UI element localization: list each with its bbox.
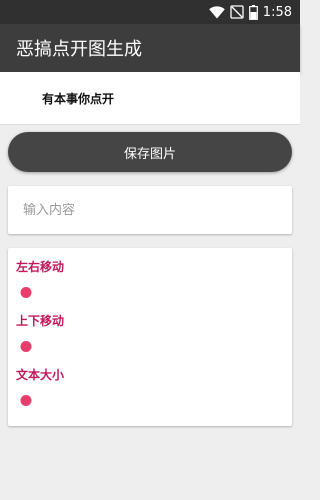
- app-bar: 恶搞点开图生成: [0, 24, 300, 72]
- slider-track: [24, 346, 284, 348]
- horizontal-move-slider[interactable]: [20, 283, 284, 303]
- slider-thumb[interactable]: [20, 395, 32, 406]
- image-preview: 有本事你点开: [0, 72, 300, 125]
- slider-thumb[interactable]: [20, 287, 32, 298]
- status-time: 1:58: [262, 4, 292, 20]
- app-title: 恶搞点开图生成: [16, 39, 142, 60]
- battery-icon: [248, 4, 258, 20]
- text-size-slider[interactable]: [20, 391, 284, 411]
- slider-thumb[interactable]: [20, 341, 32, 352]
- save-image-button[interactable]: 保存图片: [8, 132, 292, 172]
- content-input[interactable]: [8, 186, 292, 234]
- controls-card: 左右移动 上下移动 文本大小: [8, 248, 292, 426]
- input-card: [8, 186, 292, 234]
- slider-track: [24, 400, 284, 402]
- no-signal-icon: [230, 5, 244, 19]
- text-size-label: 文本大小: [16, 368, 65, 382]
- status-bar: 1:58: [0, 0, 300, 24]
- wifi-icon: [208, 5, 225, 19]
- slider-track: [24, 292, 284, 294]
- preview-text: 有本事你点开: [42, 92, 115, 106]
- vertical-move-label: 上下移动: [16, 314, 65, 328]
- vertical-move-slider[interactable]: [20, 337, 284, 357]
- horizontal-move-label: 左右移动: [16, 260, 65, 274]
